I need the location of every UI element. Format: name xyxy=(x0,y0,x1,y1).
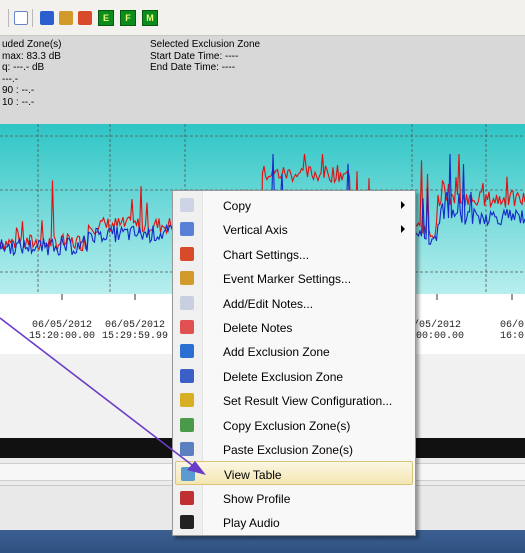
annotation-arrow xyxy=(0,317,206,475)
arrow-line xyxy=(0,317,193,466)
